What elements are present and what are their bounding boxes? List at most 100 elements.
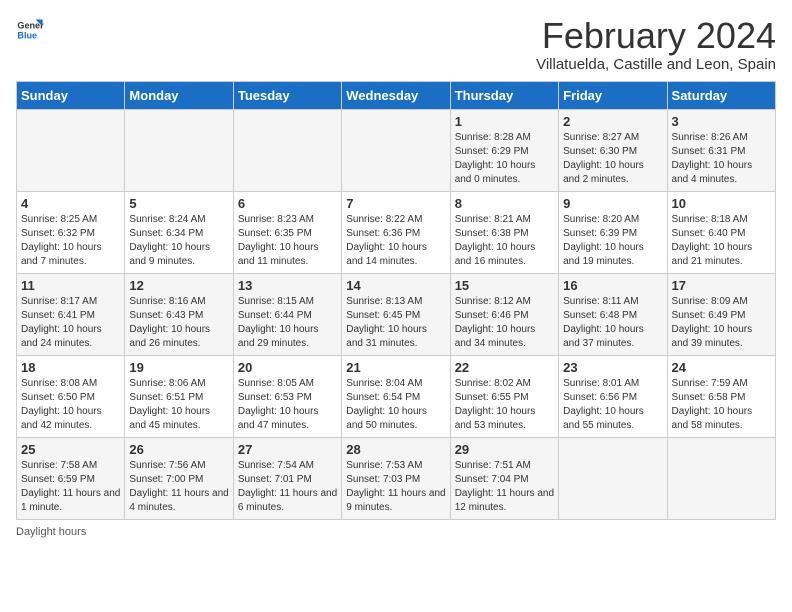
day-info: Sunrise: 7:59 AM Sunset: 6:58 PM Dayligh… — [672, 377, 771, 433]
calendar-header-sunday: Sunday — [17, 81, 125, 109]
day-info: Sunrise: 8:24 AM Sunset: 6:34 PM Dayligh… — [129, 213, 228, 269]
day-number: 2 — [563, 114, 662, 129]
day-info: Sunrise: 8:09 AM Sunset: 6:49 PM Dayligh… — [672, 295, 771, 351]
day-number: 21 — [346, 360, 445, 375]
day-info: Sunrise: 8:20 AM Sunset: 6:39 PM Dayligh… — [563, 213, 662, 269]
calendar-cell: 29Sunrise: 7:51 AM Sunset: 7:04 PM Dayli… — [450, 437, 558, 519]
calendar-cell: 17 Sunrise: 8:09 AM Sunset: 6:49 PM Dayli… — [667, 273, 775, 355]
calendar-week-3: 11Sunrise: 8:17 AM Sunset: 6:41 PM Dayli… — [17, 273, 776, 355]
day-number: 8 — [455, 196, 554, 211]
calendar-cell: 11Sunrise: 8:17 AM Sunset: 6:41 PM Dayli… — [17, 273, 125, 355]
calendar-cell: 10 Sunrise: 8:18 AM Sunset: 6:40 PM Dayli… — [667, 191, 775, 273]
calendar-cell — [125, 109, 233, 191]
day-info: Sunrise: 8:16 AM Sunset: 6:43 PM Dayligh… — [129, 295, 228, 351]
calendar-header-monday: Monday — [125, 81, 233, 109]
calendar-cell: 24Sunrise: 7:59 AM Sunset: 6:58 PM Dayli… — [667, 355, 775, 437]
day-number: 26 — [129, 442, 228, 457]
day-info: Sunrise: 8:21 AM Sunset: 6:38 PM Dayligh… — [455, 213, 554, 269]
calendar-cell: 7Sunrise: 8:22 AM Sunset: 6:36 PM Daylig… — [342, 191, 450, 273]
day-number: 1 — [455, 114, 554, 129]
calendar-cell: 15Sunrise: 8:12 AM Sunset: 6:46 PM Dayli… — [450, 273, 558, 355]
calendar-header-row: SundayMondayTuesdayWednesdayThursdayFrid… — [17, 81, 776, 109]
day-number: 12 — [129, 278, 228, 293]
calendar-cell: 27 Sunrise: 7:54 AM Sunset: 7:01 PM Dayli… — [233, 437, 341, 519]
day-info: Sunrise: 8:22 AM Sunset: 6:36 PM Dayligh… — [346, 213, 445, 269]
calendar-cell: 4Sunrise: 8:25 AM Sunset: 6:32 PM Daylig… — [17, 191, 125, 273]
logo: General Blue — [16, 16, 44, 44]
calendar-cell: 12 Sunrise: 8:16 AM Sunset: 6:43 PM Dayli… — [125, 273, 233, 355]
day-info: Sunrise: 7:51 AM Sunset: 7:04 PM Dayligh… — [455, 459, 554, 515]
calendar-week-1: 1 Sunrise: 8:28 AM Sunset: 6:29 PM Daylig… — [17, 109, 776, 191]
day-info: Sunrise: 8:06 AM Sunset: 6:51 PM Dayligh… — [129, 377, 228, 433]
svg-text:Blue: Blue — [17, 30, 37, 40]
calendar-cell: 19 Sunrise: 8:06 AM Sunset: 6:51 PM Dayli… — [125, 355, 233, 437]
calendar-cell: 14 Sunrise: 8:13 AM Sunset: 6:45 PM Dayli… — [342, 273, 450, 355]
calendar-cell — [559, 437, 667, 519]
day-number: 10 — [672, 196, 771, 211]
logo-icon: General Blue — [16, 16, 44, 44]
day-info: Sunrise: 8:08 AM Sunset: 6:50 PM Dayligh… — [21, 377, 120, 433]
calendar-cell: 23Sunrise: 8:01 AM Sunset: 6:56 PM Dayli… — [559, 355, 667, 437]
day-number: 27 — [238, 442, 337, 457]
day-info: Sunrise: 8:02 AM Sunset: 6:55 PM Dayligh… — [455, 377, 554, 433]
day-number: 13 — [238, 278, 337, 293]
calendar-cell: 28 Sunrise: 7:53 AM Sunset: 7:03 PM Dayli… — [342, 437, 450, 519]
footer-note: Daylight hours — [16, 526, 776, 538]
day-number: 3 — [672, 114, 771, 129]
calendar-cell: 26 Sunrise: 7:56 AM Sunset: 7:00 PM Dayli… — [125, 437, 233, 519]
day-info: Sunrise: 7:56 AM Sunset: 7:00 PM Dayligh… — [129, 459, 228, 515]
calendar-cell: 16Sunrise: 8:11 AM Sunset: 6:48 PM Dayli… — [559, 273, 667, 355]
calendar-week-4: 18 Sunrise: 8:08 AM Sunset: 6:50 PM Dayli… — [17, 355, 776, 437]
calendar-cell: 20 Sunrise: 8:05 AM Sunset: 6:53 PM Dayli… — [233, 355, 341, 437]
day-number: 20 — [238, 360, 337, 375]
day-number: 15 — [455, 278, 554, 293]
day-number: 18 — [21, 360, 120, 375]
calendar-cell: 2 Sunrise: 8:27 AM Sunset: 6:30 PM Daylig… — [559, 109, 667, 191]
day-number: 17 — [672, 278, 771, 293]
calendar-header-tuesday: Tuesday — [233, 81, 341, 109]
day-number: 9 — [563, 196, 662, 211]
calendar-body: 1 Sunrise: 8:28 AM Sunset: 6:29 PM Daylig… — [17, 109, 776, 519]
calendar-header-wednesday: Wednesday — [342, 81, 450, 109]
day-number: 19 — [129, 360, 228, 375]
calendar-header-thursday: Thursday — [450, 81, 558, 109]
header: General Blue February 2024 Villatuelda, … — [16, 16, 776, 73]
day-number: 14 — [346, 278, 445, 293]
calendar-week-2: 4Sunrise: 8:25 AM Sunset: 6:32 PM Daylig… — [17, 191, 776, 273]
calendar-cell: 5 Sunrise: 8:24 AM Sunset: 6:34 PM Daylig… — [125, 191, 233, 273]
calendar-table: SundayMondayTuesdayWednesdayThursdayFrid… — [16, 81, 776, 520]
subtitle: Villatuelda, Castille and Leon, Spain — [536, 56, 776, 73]
calendar-cell: 21Sunrise: 8:04 AM Sunset: 6:54 PM Dayli… — [342, 355, 450, 437]
day-info: Sunrise: 8:23 AM Sunset: 6:35 PM Dayligh… — [238, 213, 337, 269]
title-area: February 2024 Villatuelda, Castille and … — [536, 16, 776, 73]
day-info: Sunrise: 7:58 AM Sunset: 6:59 PM Dayligh… — [21, 459, 120, 515]
calendar-cell: 25 Sunrise: 7:58 AM Sunset: 6:59 PM Dayli… — [17, 437, 125, 519]
calendar-cell: 8 Sunrise: 8:21 AM Sunset: 6:38 PM Daylig… — [450, 191, 558, 273]
day-number: 5 — [129, 196, 228, 211]
day-number: 11 — [21, 278, 120, 293]
day-info: Sunrise: 8:28 AM Sunset: 6:29 PM Dayligh… — [455, 131, 554, 187]
day-number: 16 — [563, 278, 662, 293]
day-info: Sunrise: 8:13 AM Sunset: 6:45 PM Dayligh… — [346, 295, 445, 351]
day-info: Sunrise: 8:18 AM Sunset: 6:40 PM Dayligh… — [672, 213, 771, 269]
calendar-header-saturday: Saturday — [667, 81, 775, 109]
day-info: Sunrise: 7:53 AM Sunset: 7:03 PM Dayligh… — [346, 459, 445, 515]
calendar-cell: 1 Sunrise: 8:28 AM Sunset: 6:29 PM Daylig… — [450, 109, 558, 191]
day-info: Sunrise: 7:54 AM Sunset: 7:01 PM Dayligh… — [238, 459, 337, 515]
main-title: February 2024 — [536, 16, 776, 56]
calendar-cell — [667, 437, 775, 519]
day-number: 23 — [563, 360, 662, 375]
day-info: Sunrise: 8:05 AM Sunset: 6:53 PM Dayligh… — [238, 377, 337, 433]
calendar-header-friday: Friday — [559, 81, 667, 109]
calendar-week-5: 25 Sunrise: 7:58 AM Sunset: 6:59 PM Dayli… — [17, 437, 776, 519]
day-number: 6 — [238, 196, 337, 211]
day-number: 28 — [346, 442, 445, 457]
day-info: Sunrise: 8:15 AM Sunset: 6:44 PM Dayligh… — [238, 295, 337, 351]
calendar-cell: 22Sunrise: 8:02 AM Sunset: 6:55 PM Dayli… — [450, 355, 558, 437]
day-number: 25 — [21, 442, 120, 457]
day-number: 4 — [21, 196, 120, 211]
day-info: Sunrise: 8:27 AM Sunset: 6:30 PM Dayligh… — [563, 131, 662, 187]
calendar-cell — [342, 109, 450, 191]
calendar-cell: 6 Sunrise: 8:23 AM Sunset: 6:35 PM Daylig… — [233, 191, 341, 273]
day-info: Sunrise: 8:26 AM Sunset: 6:31 PM Dayligh… — [672, 131, 771, 187]
